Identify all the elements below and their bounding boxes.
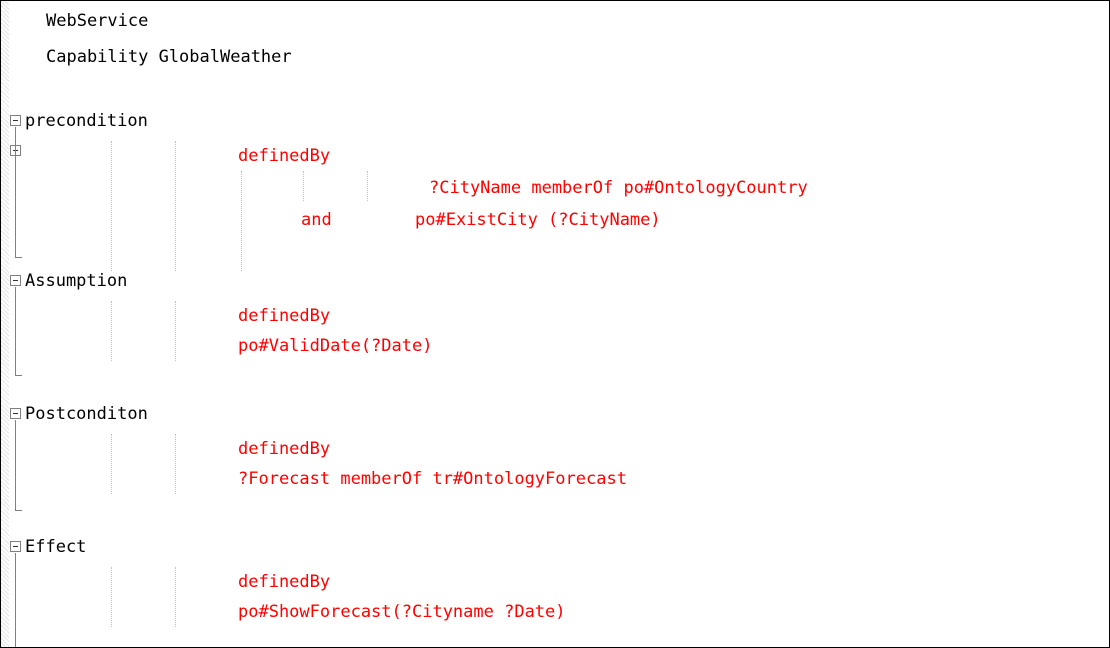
code-editor[interactable]: WebService Capability GlobalWeather prec… [0, 0, 1110, 648]
fold-line-precondition [15, 127, 16, 257]
code-line-precondition: precondition [25, 111, 148, 131]
code-line-postcondition: Postconditon [25, 404, 148, 424]
code-line-assumption-definedby: definedBy [238, 306, 331, 326]
fold-line-effect [15, 553, 16, 647]
fold-gutter [1, 1, 9, 647]
code-line-postcondition-clause: ?Forecast memberOf tr#OntologyForecast [238, 469, 627, 489]
code-line-effect-clause: po#ShowForecast(?Cityname ?Date) [238, 602, 566, 622]
code-line-assumption: Assumption [25, 271, 128, 291]
collapse-assumption-icon[interactable] [10, 275, 21, 286]
indent-guide [367, 171, 368, 201]
code-line-capability: Capability GlobalWeather [46, 47, 292, 67]
fold-end-assumption [15, 375, 22, 376]
indent-guide [175, 567, 176, 627]
code-line-precondition-clause1: ?CityName memberOf po#OntologyCountry [429, 178, 808, 198]
indent-guide [175, 434, 176, 494]
indent-guide [111, 434, 112, 494]
code-line-webservice: WebService [46, 11, 149, 31]
indent-guide [241, 171, 242, 271]
collapse-postcondition-icon[interactable] [10, 408, 21, 419]
fold-end-postcondition [15, 510, 22, 511]
indent-guide [175, 141, 176, 271]
code-line-assumption-clause: po#ValidDate(?Date) [238, 336, 433, 356]
fold-end-precondition [15, 257, 22, 258]
collapse-effect-icon[interactable] [10, 541, 21, 552]
indent-guide [111, 141, 112, 271]
code-line-precondition-definedby: definedBy [238, 146, 331, 166]
code-line-effect: Effect [25, 537, 87, 557]
indent-guide [303, 171, 304, 201]
indent-guide [111, 567, 112, 627]
fold-line-postcondition [15, 420, 16, 510]
code-line-postcondition-definedby: definedBy [238, 439, 331, 459]
fold-line-assumption [15, 287, 16, 375]
indent-guide [111, 301, 112, 361]
indent-guide [175, 301, 176, 361]
code-line-precondition-clause2: po#ExistCity (?CityName) [415, 210, 661, 230]
collapse-precondition-icon[interactable] [10, 115, 21, 126]
code-line-effect-definedby: definedBy [238, 572, 331, 592]
code-line-precondition-and: and [301, 210, 332, 230]
